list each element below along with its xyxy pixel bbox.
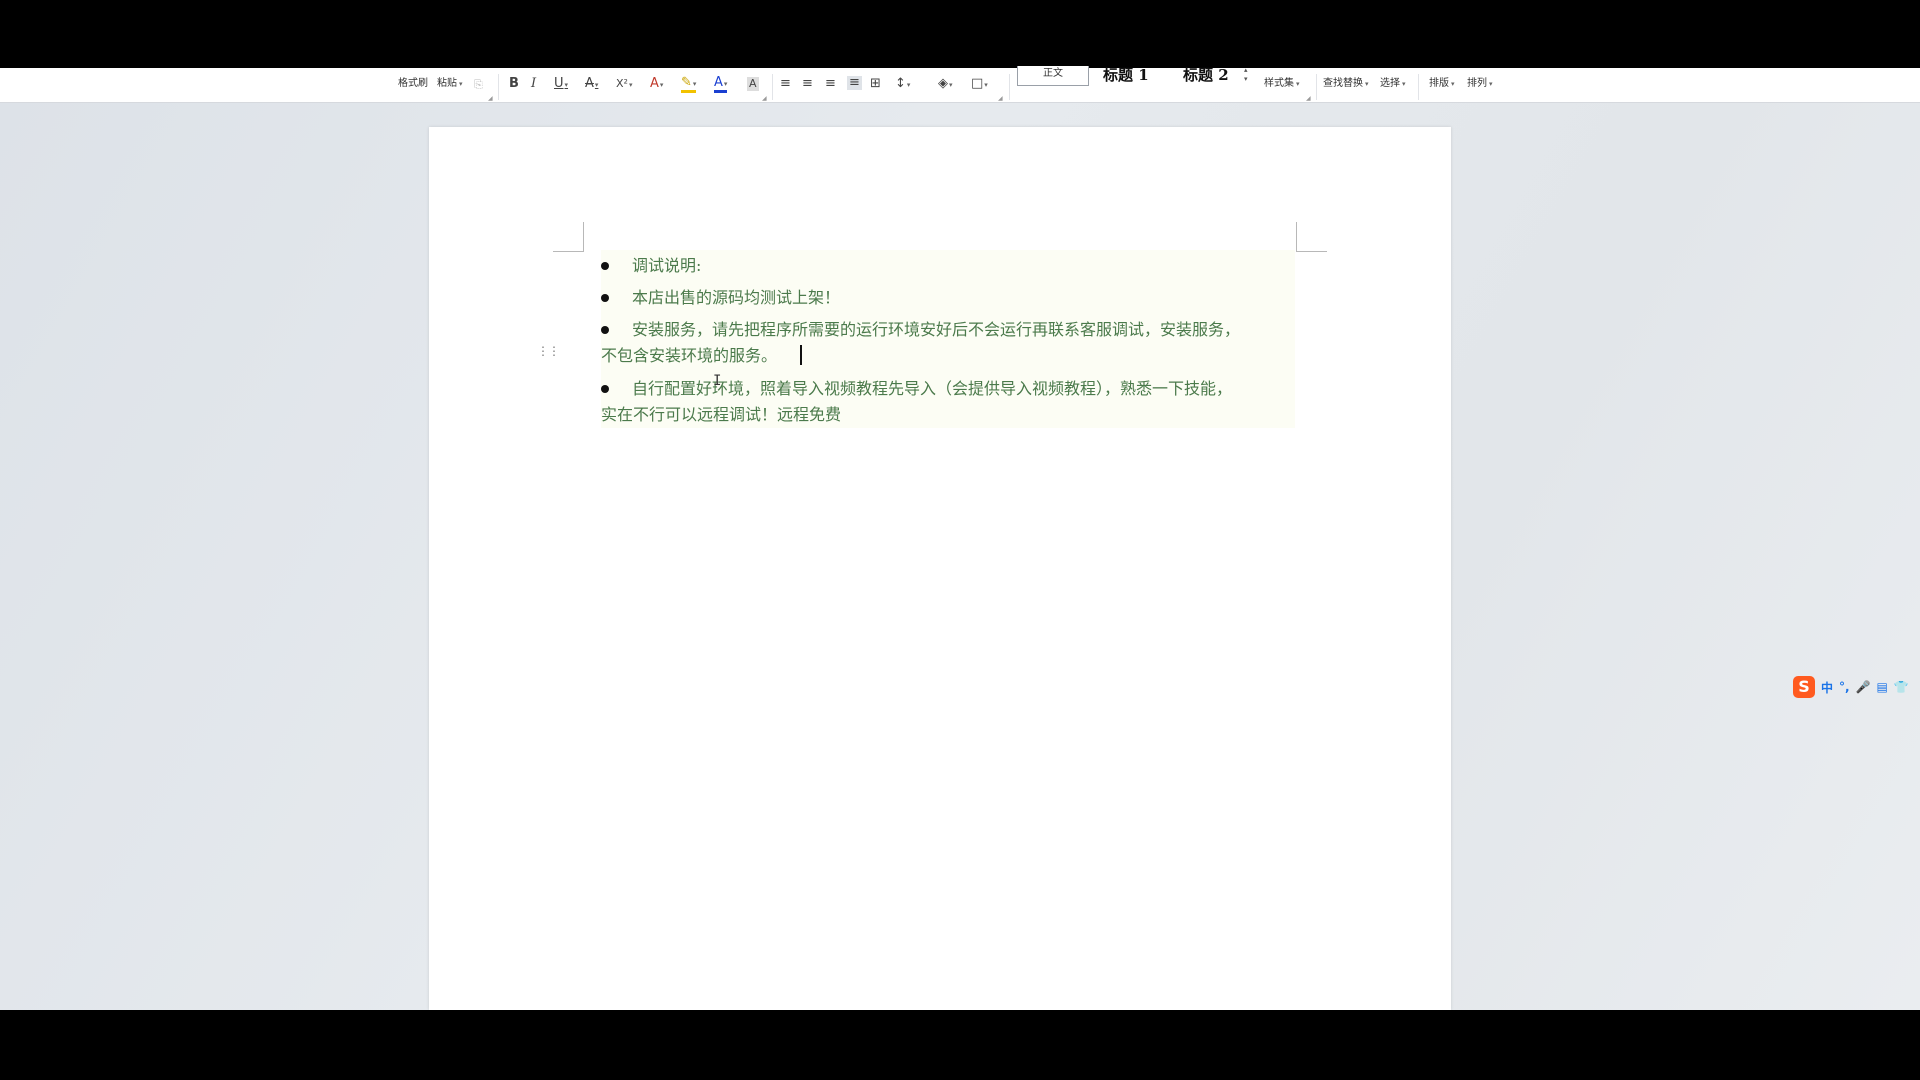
- style-normal[interactable]: 正文: [1017, 66, 1089, 86]
- style-heading-1[interactable]: 标题 1: [1103, 64, 1149, 85]
- line-spacing-icon[interactable]: ↕▾: [895, 77, 910, 92]
- ribbon-toolbar: 格式刷 粘贴 ▾ ⎘ ◢ B I U▾ A▾ X²▾ A▾ ✎▾ A▾ A ◢ ≡…: [0, 68, 1920, 103]
- list-item[interactable]: 安装服务，请先把程序所需要的运行环境安好后不会运行再联系客服调试，安装服务，: [632, 319, 1240, 341]
- align-left-icon[interactable]: ≡: [780, 77, 791, 91]
- italic-icon[interactable]: I: [531, 77, 536, 91]
- ime-chinese-mode[interactable]: 中: [1821, 679, 1833, 696]
- i-beam-cursor-icon: I: [713, 373, 722, 389]
- bullet-icon: [601, 326, 609, 334]
- margin-corner-top-left: [553, 251, 583, 252]
- char-shading-icon[interactable]: A: [747, 77, 759, 91]
- strikethrough-icon[interactable]: A▾: [585, 77, 598, 92]
- align-right-icon[interactable]: ≡: [825, 77, 836, 91]
- shading-icon[interactable]: ◈▾: [938, 77, 953, 92]
- distributed-icon[interactable]: ⊞: [870, 77, 881, 91]
- style-set-button[interactable]: 样式集 ▾: [1264, 78, 1300, 90]
- paste-button[interactable]: 粘贴 ▾: [437, 78, 463, 90]
- separator: [1316, 74, 1317, 100]
- select-button[interactable]: 选择 ▾: [1380, 78, 1406, 90]
- ime-skin-icon[interactable]: 👕: [1894, 680, 1909, 694]
- drag-handle-icon[interactable]: ⋮⋮: [537, 345, 560, 357]
- font-expand-icon[interactable]: ◢: [762, 95, 767, 102]
- clipboard-expand-icon[interactable]: ◢: [488, 95, 493, 102]
- margin-corner-top-right: [1296, 222, 1297, 252]
- styles-expand-icon[interactable]: ◢: [1306, 95, 1311, 102]
- text-effect-icon[interactable]: A▾: [650, 77, 663, 92]
- copy-icon[interactable]: ⎘: [474, 78, 483, 92]
- styles-scroll-icon[interactable]: ▴ ▾: [1244, 66, 1248, 84]
- superscript-icon[interactable]: X²▾: [616, 77, 632, 92]
- highlight-icon[interactable]: ✎▾: [681, 76, 697, 93]
- text-cursor: [800, 345, 802, 365]
- margin-corner-top-right: [1296, 251, 1327, 252]
- ime-keyboard-icon[interactable]: ▤: [1877, 680, 1888, 694]
- sogou-logo-icon[interactable]: S: [1793, 676, 1815, 698]
- underline-icon[interactable]: U▾: [554, 77, 568, 92]
- ime-punctuation-icon[interactable]: °,: [1839, 680, 1850, 694]
- ime-microphone-icon[interactable]: 🎤: [1856, 680, 1871, 694]
- font-color-icon[interactable]: A▾: [714, 76, 728, 93]
- bullet-icon: [601, 262, 609, 270]
- list-item[interactable]: 自行配置好环境，照着导入视频教程先导入（会提供导入视频教程），熟悉一下技能，: [632, 378, 1232, 400]
- layout-button[interactable]: 排版 ▾: [1429, 78, 1455, 90]
- style-heading-2[interactable]: 标题 2: [1183, 64, 1229, 85]
- list-item-continuation[interactable]: 实在不行可以远程调试！远程免费: [601, 404, 841, 426]
- margin-corner-top-left: [583, 222, 584, 252]
- format-painter-button[interactable]: 格式刷: [398, 78, 428, 90]
- paragraph-expand-icon[interactable]: ◢: [998, 95, 1003, 102]
- bullet-icon: [601, 294, 609, 302]
- arrange-button[interactable]: 排列 ▾: [1467, 78, 1493, 90]
- justify-icon[interactable]: ≡: [847, 76, 862, 90]
- separator: [1418, 74, 1419, 100]
- bold-icon[interactable]: B: [509, 77, 519, 91]
- align-center-icon[interactable]: ≡: [802, 77, 813, 91]
- border-icon[interactable]: □▾: [971, 77, 988, 92]
- separator: [772, 74, 773, 100]
- find-replace-button[interactable]: 查找替换 ▾: [1323, 78, 1369, 90]
- separator: [1009, 74, 1010, 100]
- separator: [498, 74, 499, 100]
- list-item-continuation[interactable]: 不包含安装环境的服务。: [601, 345, 777, 367]
- ime-toolbar: S 中 °, 🎤 ▤ 👕: [1793, 675, 1909, 699]
- top-black-bar: [0, 0, 1920, 68]
- bottom-black-bar: [0, 1010, 1920, 1080]
- list-item[interactable]: 本店出售的源码均测试上架！: [632, 287, 840, 309]
- list-item[interactable]: 调试说明:: [632, 255, 701, 277]
- bullet-icon: [601, 385, 609, 393]
